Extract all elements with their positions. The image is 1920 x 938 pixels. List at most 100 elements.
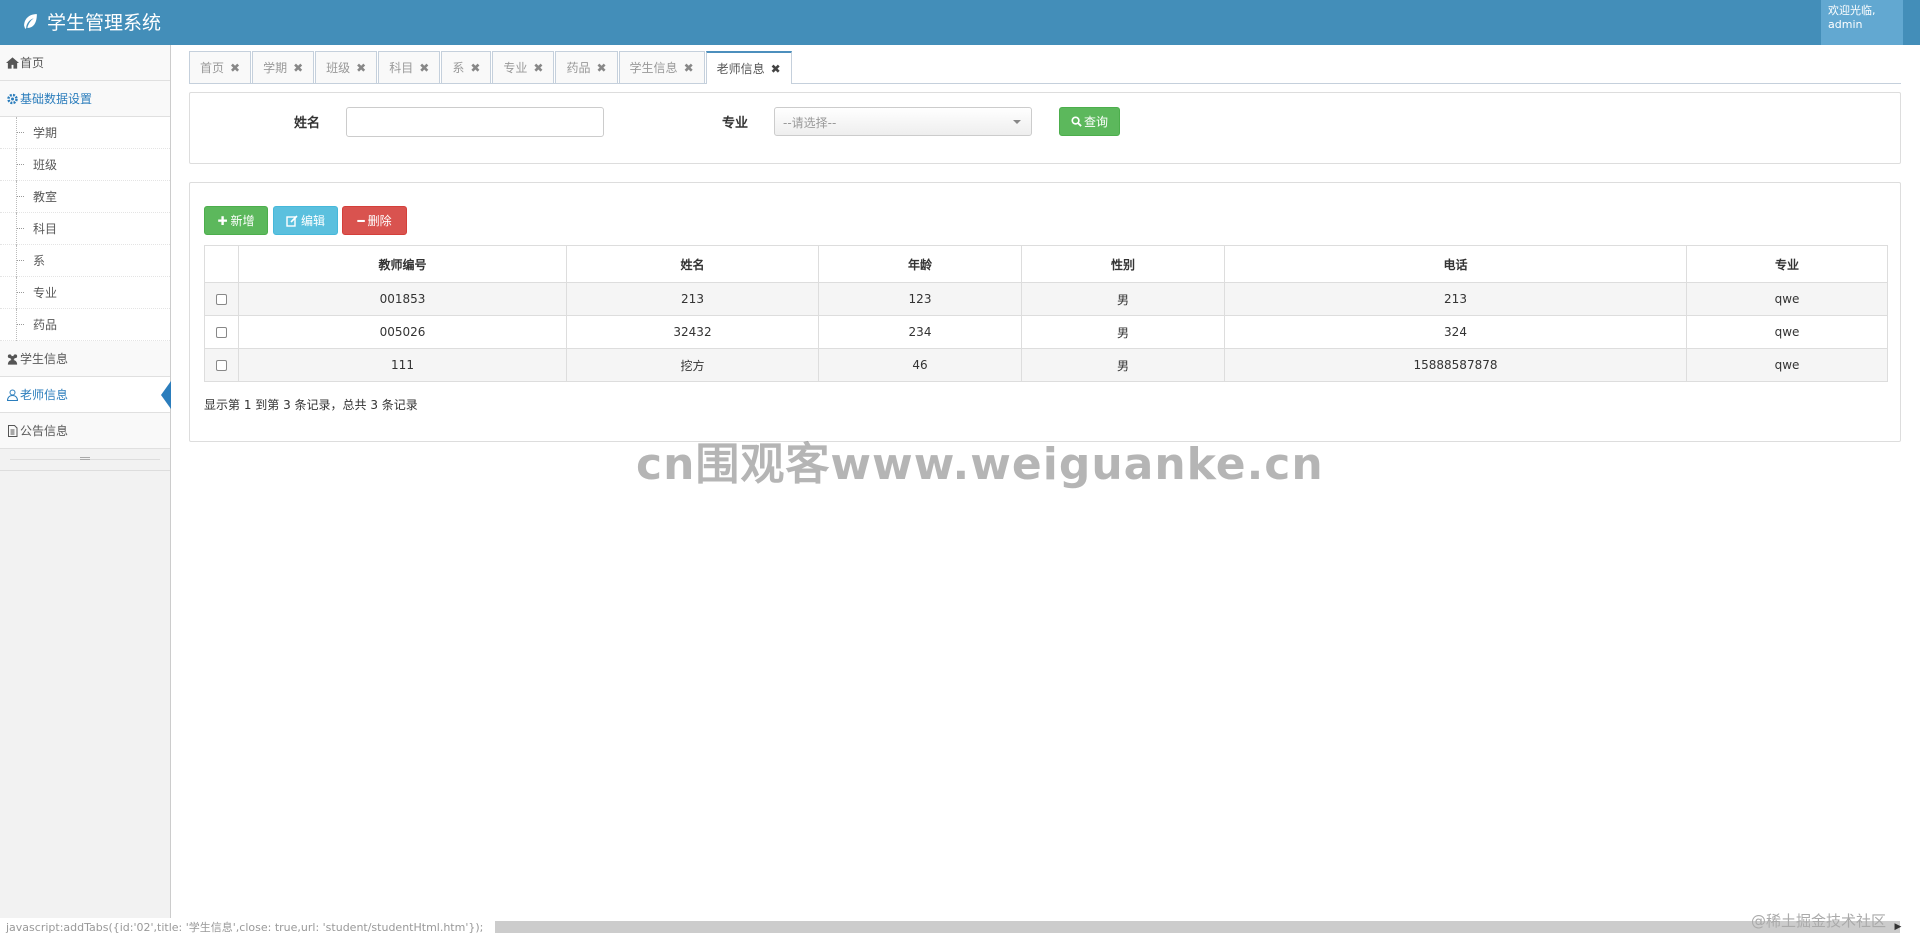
tab-subject[interactable]: 科目 ✖ [378, 51, 441, 83]
sidebar-subitem-department[interactable]: 系 [0, 245, 170, 277]
column-header[interactable]: 姓名 [566, 245, 819, 283]
close-icon[interactable]: ✖ [356, 61, 366, 75]
leaf-icon [24, 14, 37, 29]
tab-label: 药品 [566, 61, 591, 75]
tab-major[interactable]: 专业 ✖ [492, 51, 555, 83]
document-icon [8, 424, 18, 437]
select-all-header [204, 245, 239, 283]
row-checkbox[interactable] [216, 360, 227, 371]
column-header[interactable]: 性别 [1021, 245, 1225, 283]
subitem-label: 教室 [33, 190, 58, 204]
tab-home[interactable]: 首页 ✖ [189, 51, 252, 83]
close-icon[interactable]: ✖ [230, 61, 240, 75]
column-header[interactable]: 电话 [1224, 245, 1687, 283]
table-cell: 324 [1224, 315, 1687, 349]
table-cell: qwe [1686, 348, 1888, 382]
brand[interactable]: 学生管理系统 [22, 8, 161, 35]
close-icon[interactable]: ✖ [470, 61, 480, 75]
column-header[interactable]: 教师编号 [238, 245, 567, 283]
subitem-label: 学期 [33, 126, 58, 140]
subitem-label: 系 [33, 254, 46, 268]
table-row[interactable]: 001853 213 123 男 213 qwe [204, 282, 1888, 316]
table-cell: 001853 [238, 282, 567, 316]
tab-students[interactable]: 学生信息 ✖ [618, 51, 705, 83]
table-header-row: 教师编号 姓名 年龄 性别 电话 专业 [204, 245, 1888, 283]
close-icon[interactable]: ✖ [293, 61, 303, 75]
close-icon[interactable]: ✖ [771, 62, 781, 76]
gear-icon [7, 93, 18, 104]
table-cell: 005026 [238, 315, 567, 349]
name-label: 姓名 [294, 116, 321, 131]
tab-label: 科目 [389, 61, 414, 75]
add-button[interactable]: ✚ 新增 [204, 206, 268, 235]
username: admin [1828, 18, 1863, 31]
sidebar-item-students[interactable]: 学生信息 [0, 341, 170, 377]
table-cell: 男 [1021, 348, 1225, 382]
sidebar-item-label: 基础数据设置 [20, 92, 93, 106]
sidebar-item-home[interactable]: 首页 [0, 45, 170, 81]
teacher-table: 教师编号 姓名 年龄 性别 电话 专业 001853 213 123 男 213… [204, 245, 1888, 382]
user-menu[interactable]: 欢迎光临, admin [1821, 0, 1903, 45]
delete-button[interactable]: ━ 删除 [342, 206, 407, 235]
table-cell: 234 [818, 315, 1022, 349]
footer-watermark: @稀土掘金技术社区 [1751, 912, 1887, 930]
pagination-info: 显示第 1 到第 3 条记录，总共 3 条记录 [204, 398, 418, 412]
table-cell: 男 [1021, 282, 1225, 316]
column-header[interactable]: 专业 [1686, 245, 1888, 283]
sidebar-item-label: 公告信息 [20, 424, 69, 438]
major-select[interactable]: --请选择-- [774, 107, 1032, 136]
sidebar: 首页 基础数据设置 学期 班级 教室 科目 系 专业 药品 学生信息 老师信息 … [0, 45, 171, 938]
search-icon [1071, 116, 1082, 127]
sidebar-subitem-major[interactable]: 专业 [0, 277, 170, 309]
sidebar-item-notices[interactable]: 公告信息 [0, 413, 170, 449]
subitem-label: 科目 [33, 222, 58, 236]
tab-label: 专业 [503, 61, 528, 75]
query-button[interactable]: 查询 [1059, 107, 1120, 136]
edit-button[interactable]: 编辑 [273, 206, 338, 235]
table-cell: qwe [1686, 315, 1888, 349]
tab-label: 班级 [326, 61, 351, 75]
welcome-text: 欢迎光临, [1828, 4, 1876, 17]
tab-term[interactable]: 学期 ✖ [252, 51, 315, 83]
collapse-grip-icon [80, 457, 90, 460]
row-checkbox[interactable] [216, 294, 227, 305]
tab-department[interactable]: 系 ✖ [441, 51, 492, 83]
app-title: 学生管理系统 [47, 12, 162, 34]
sidebar-subitem-subject[interactable]: 科目 [0, 213, 170, 245]
users-icon [7, 353, 18, 365]
sidebar-collapse-toggle[interactable] [0, 449, 170, 471]
edit-button-label: 编辑 [300, 214, 325, 228]
sidebar-item-basic-settings[interactable]: 基础数据设置 [0, 81, 170, 117]
delete-button-label: 删除 [367, 214, 392, 228]
minus-icon: ━ [357, 213, 365, 228]
top-navbar: 学生管理系统 欢迎光临, admin [0, 0, 1920, 45]
tab-teachers[interactable]: 老师信息 ✖ [705, 51, 792, 84]
tab-label: 学生信息 [629, 61, 678, 75]
sidebar-subitem-classroom[interactable]: 教室 [0, 181, 170, 213]
active-arrow [161, 381, 171, 409]
sidebar-subitem-class[interactable]: 班级 [0, 149, 170, 181]
column-header[interactable]: 年龄 [818, 245, 1022, 283]
horizontal-scrollbar[interactable] [495, 921, 1900, 933]
close-icon[interactable]: ✖ [419, 61, 429, 75]
status-bar-text: javascript:addTabs({id:'02',title: '学生信息… [6, 921, 484, 934]
caret-down-icon [1013, 120, 1021, 124]
scroll-right-icon[interactable]: ▶ [1892, 921, 1904, 933]
row-checkbox[interactable] [216, 327, 227, 338]
table-row[interactable]: 111 挖方 46 男 15888587878 qwe [204, 348, 1888, 382]
close-icon[interactable]: ✖ [596, 61, 606, 75]
close-icon[interactable]: ✖ [684, 61, 694, 75]
sidebar-subitem-medicine[interactable]: 药品 [0, 309, 170, 341]
submenu-basic-settings: 学期 班级 教室 科目 系 专业 药品 [0, 117, 170, 341]
sidebar-subitem-term[interactable]: 学期 [0, 117, 170, 149]
tab-bar: 首页 ✖ 学期 ✖ 班级 ✖ 科目 ✖ 系 ✖ 专业 ✖ 药品 ✖ 学生信息 ✖ 老师信息 ✖ [189, 51, 1901, 84]
sidebar-item-teachers[interactable]: 老师信息 [0, 377, 171, 413]
name-input[interactable] [346, 107, 604, 137]
table-row[interactable]: 005026 32432 234 男 324 qwe [204, 315, 1888, 349]
query-button-label: 查询 [1083, 115, 1108, 129]
tab-class[interactable]: 班级 ✖ [315, 51, 378, 83]
home-icon [6, 56, 19, 69]
close-icon[interactable]: ✖ [533, 61, 543, 75]
subitem-label: 班级 [33, 158, 58, 172]
tab-medicine[interactable]: 药品 ✖ [555, 51, 618, 83]
